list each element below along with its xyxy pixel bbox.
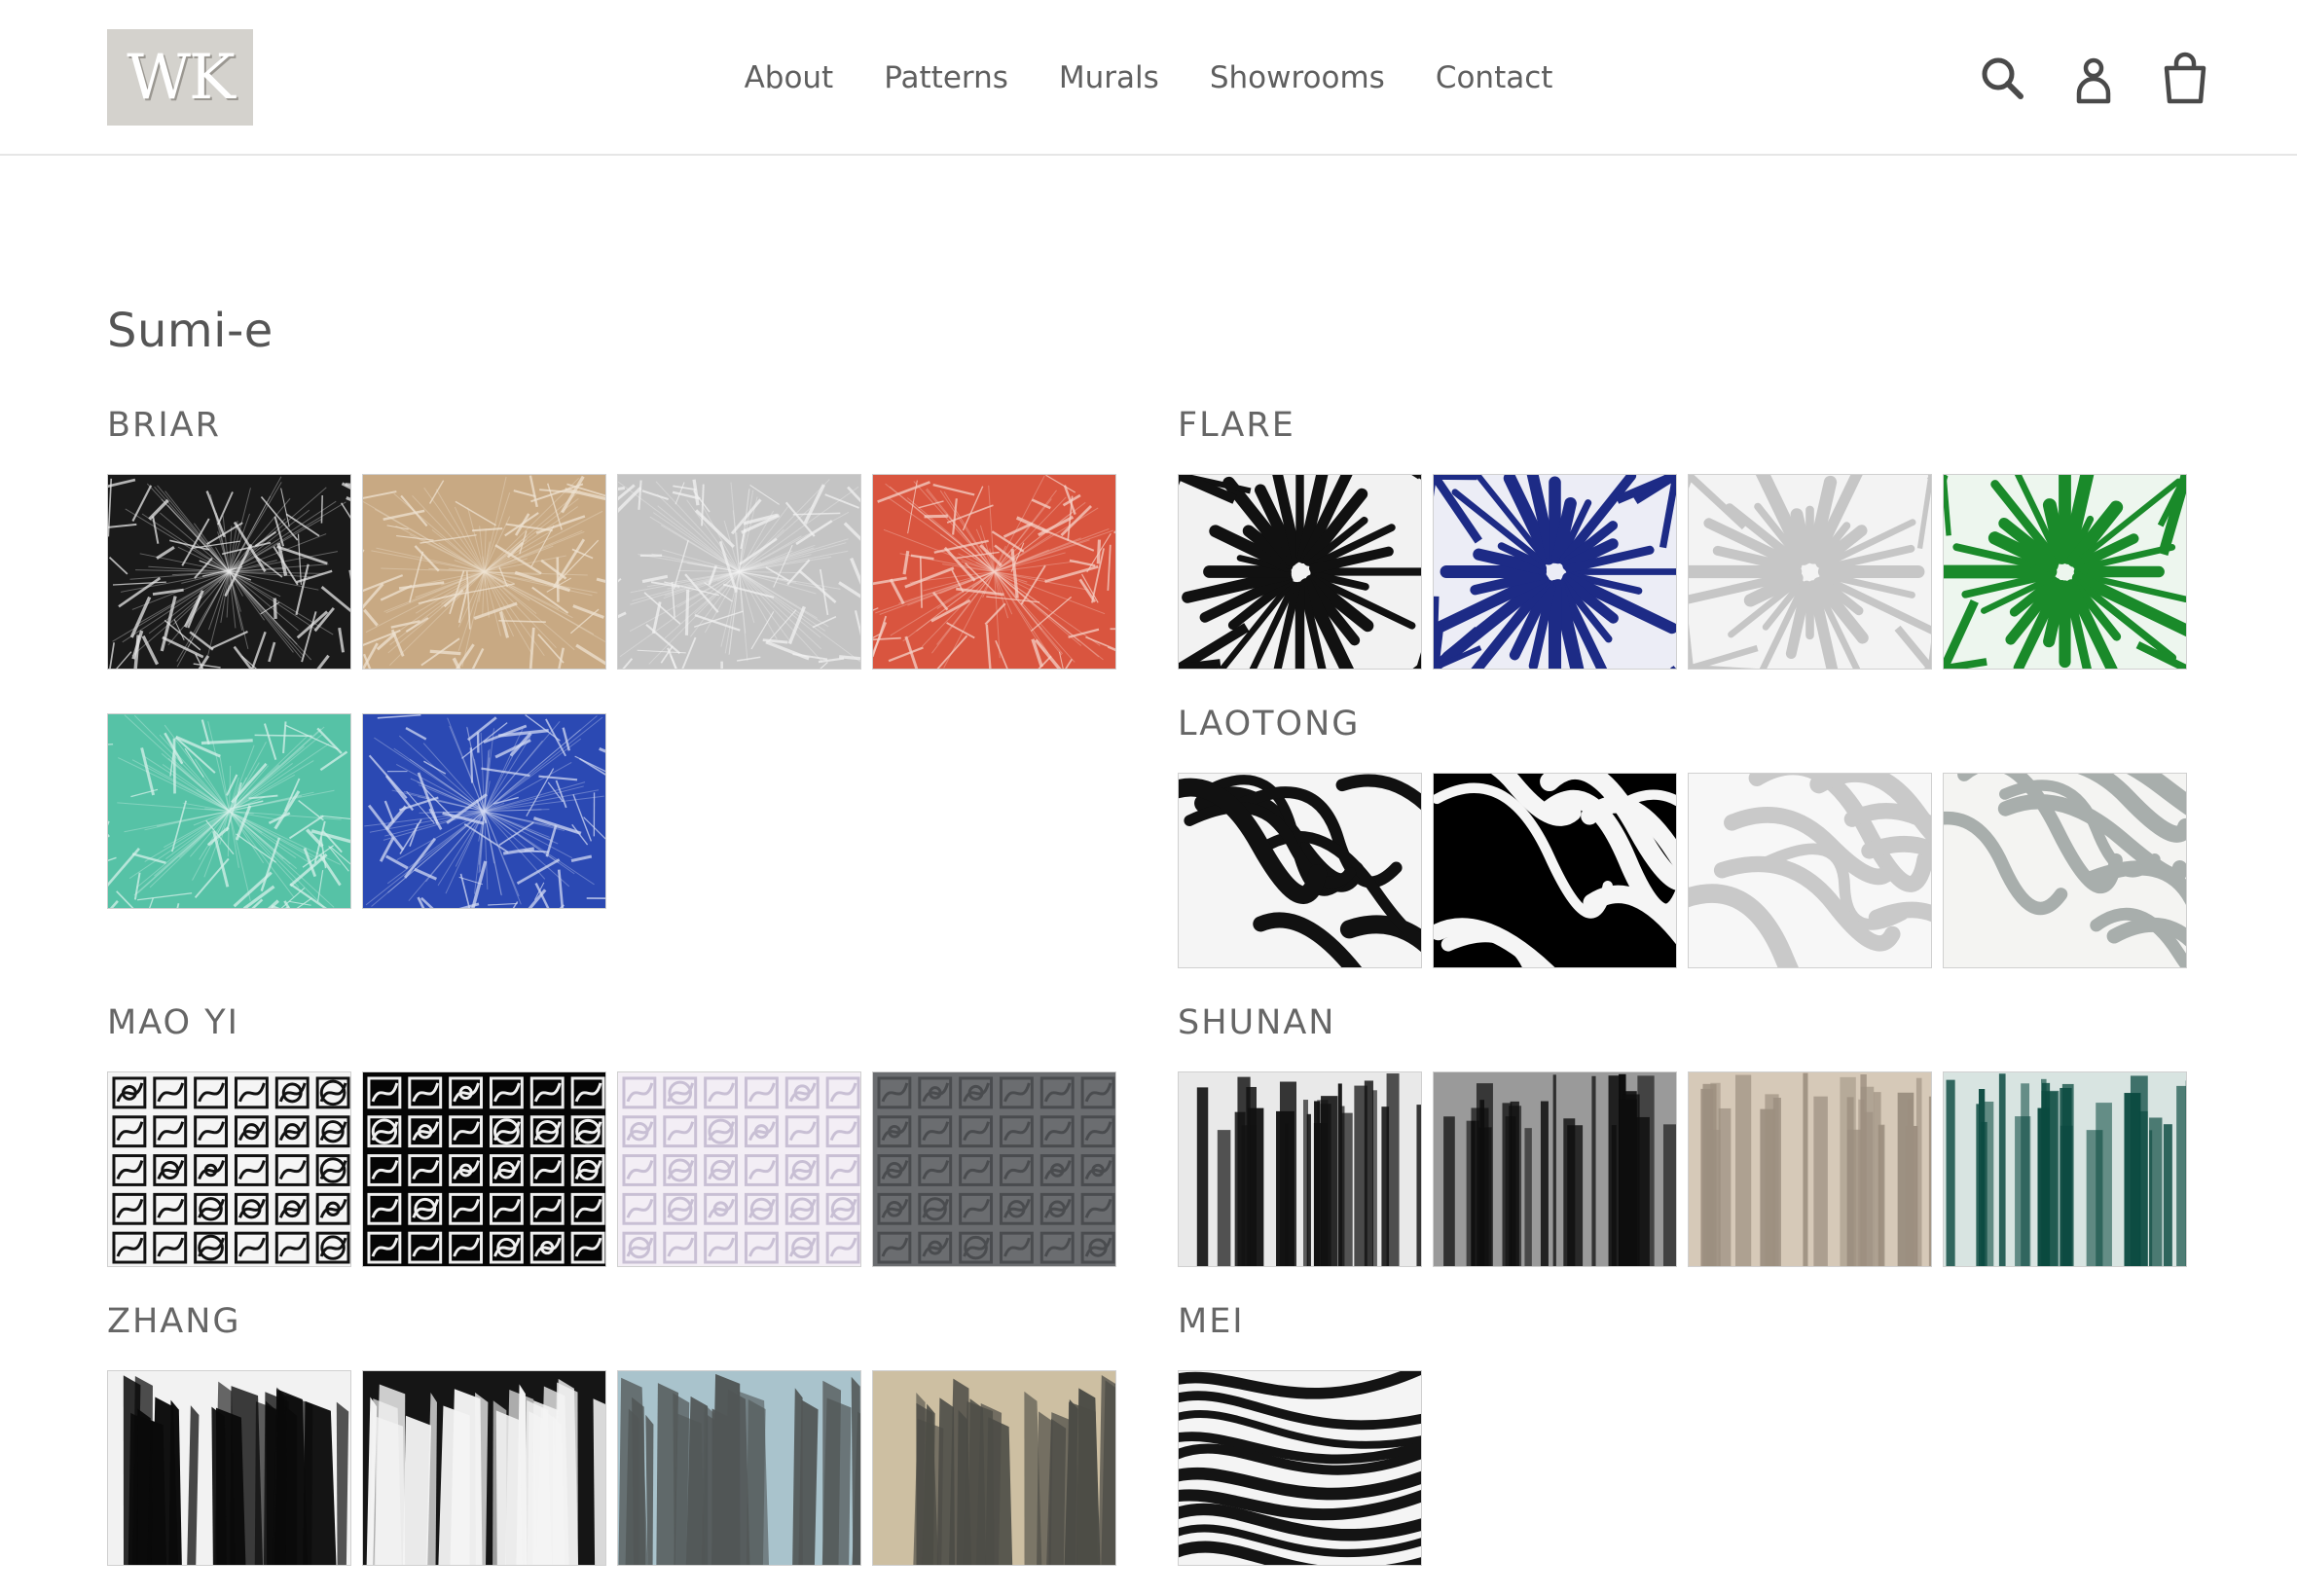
pattern-swatch[interactable]	[1433, 773, 1677, 968]
pattern-swatch[interactable]	[1178, 773, 1422, 968]
pattern-thumbnail	[1179, 475, 1421, 669]
pattern-thumbnail	[1179, 1371, 1421, 1565]
pattern-swatch[interactable]	[617, 1071, 861, 1267]
pattern-swatch[interactable]	[362, 713, 606, 909]
collection-title: MEI	[1178, 1302, 1245, 1341]
pattern-swatch[interactable]	[1178, 1370, 1422, 1566]
swatch-grid	[107, 1071, 1116, 1267]
swatch-grid	[107, 474, 1116, 909]
pattern-swatch[interactable]	[107, 1071, 351, 1267]
collection-title: ZHANG	[107, 1302, 241, 1341]
nav-murals[interactable]: Murals	[1059, 54, 1159, 101]
site-header: WK About Patterns Murals Showrooms Conta…	[0, 0, 2297, 156]
collection-flare: FLARE	[1178, 406, 2187, 670]
pattern-swatch[interactable]	[107, 1370, 351, 1566]
collection-title: BRIAR	[107, 406, 221, 445]
pattern-swatch[interactable]	[362, 1370, 606, 1566]
pattern-thumbnail	[618, 1371, 860, 1565]
pattern-thumbnail	[108, 1072, 350, 1266]
nav-patterns[interactable]: Patterns	[884, 54, 1008, 101]
search-icon[interactable]	[1978, 49, 2026, 107]
collection-zhang: ZHANG	[107, 1302, 1116, 1566]
collection-title: MAO YI	[107, 1003, 239, 1042]
pattern-thumbnail	[1179, 774, 1421, 967]
pattern-thumbnail	[873, 1371, 1115, 1565]
pattern-thumbnail	[1689, 774, 1931, 967]
nav-about[interactable]: About	[745, 54, 834, 101]
pattern-swatch[interactable]	[1178, 1071, 1422, 1267]
pattern-swatch[interactable]	[362, 1071, 606, 1267]
pattern-swatch[interactable]	[1688, 1071, 1932, 1267]
collection-mei: MEI	[1178, 1302, 2187, 1566]
pattern-thumbnail	[618, 475, 860, 669]
pattern-thumbnail	[1689, 475, 1931, 669]
swatch-grid	[1178, 1370, 2187, 1566]
pattern-thumbnail	[363, 1371, 605, 1565]
pattern-thumbnail	[1434, 475, 1676, 669]
pattern-thumbnail	[1689, 1072, 1931, 1266]
account-icon[interactable]	[2069, 49, 2118, 107]
pattern-thumbnail	[618, 1072, 860, 1266]
swatch-grid	[1178, 773, 2187, 968]
pattern-swatch[interactable]	[872, 474, 1116, 670]
pattern-thumbnail	[363, 1072, 605, 1266]
nav-showrooms[interactable]: Showrooms	[1210, 54, 1385, 101]
pattern-thumbnail	[1434, 774, 1676, 967]
pattern-thumbnail	[1179, 1072, 1421, 1266]
pattern-swatch[interactable]	[1433, 474, 1677, 670]
header-icons	[1978, 49, 2209, 107]
collection-title: SHUNAN	[1178, 1003, 1336, 1042]
pattern-thumbnail	[1944, 475, 2186, 669]
pattern-swatch[interactable]	[1178, 474, 1422, 670]
collection-mao-yi: MAO YI	[107, 1003, 1116, 1267]
pattern-swatch[interactable]	[1943, 1071, 2187, 1267]
collection-briar: BRIAR	[107, 406, 1116, 909]
pattern-swatch[interactable]	[872, 1071, 1116, 1267]
swatch-grid	[1178, 474, 2187, 670]
collection-title: LAOTONG	[1178, 705, 1361, 744]
pattern-swatch[interactable]	[1688, 773, 1932, 968]
pattern-swatch[interactable]	[1433, 1071, 1677, 1267]
pattern-swatch[interactable]	[362, 474, 606, 670]
swatch-grid	[107, 1370, 1116, 1566]
pattern-swatch[interactable]	[107, 713, 351, 909]
pattern-thumbnail	[108, 714, 350, 908]
pattern-swatch[interactable]	[872, 1370, 1116, 1566]
pattern-swatch[interactable]	[107, 474, 351, 670]
swatch-grid	[1178, 1071, 2187, 1267]
collection-title: FLARE	[1178, 406, 1295, 445]
pattern-swatch[interactable]	[1943, 773, 2187, 968]
main-nav: About Patterns Murals Showrooms Contact	[0, 54, 2297, 101]
pattern-thumbnail	[873, 1072, 1115, 1266]
pattern-thumbnail	[363, 714, 605, 908]
pattern-swatch[interactable]	[617, 1370, 861, 1566]
nav-contact[interactable]: Contact	[1436, 54, 1553, 101]
pattern-thumbnail	[1944, 1072, 2186, 1266]
collection-laotong: LAOTONG	[1178, 705, 2187, 968]
pattern-swatch[interactable]	[1943, 474, 2187, 670]
pattern-thumbnail	[873, 475, 1115, 669]
page-title: Sumi-e	[107, 304, 273, 358]
pattern-thumbnail	[363, 475, 605, 669]
pattern-swatch[interactable]	[1688, 474, 1932, 670]
cart-icon[interactable]	[2161, 49, 2209, 107]
pattern-thumbnail	[108, 1371, 350, 1565]
pattern-thumbnail	[1944, 774, 2186, 967]
pattern-thumbnail	[108, 475, 350, 669]
pattern-swatch[interactable]	[617, 474, 861, 670]
pattern-thumbnail	[1434, 1072, 1676, 1266]
collection-shunan: SHUNAN	[1178, 1003, 2187, 1267]
